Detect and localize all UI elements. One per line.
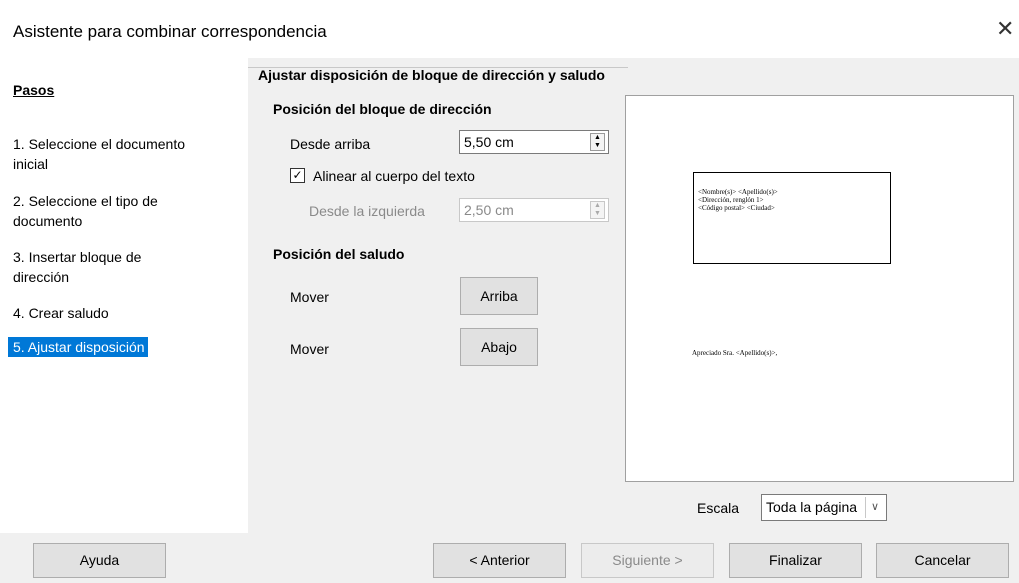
scale-label: Escala: [697, 500, 740, 516]
page-preview: [625, 95, 1014, 482]
scale-select[interactable]: Toda la página ∨: [761, 494, 887, 521]
steps-sidebar: [0, 58, 248, 533]
salutation-preview: Apreciado Sra. <Apellido(s)>,: [692, 349, 778, 357]
move-label: Mover: [290, 341, 329, 357]
help-button[interactable]: Ayuda: [33, 543, 166, 578]
step-insert-address[interactable]: 3. Insertar bloque de dirección: [13, 247, 233, 287]
from-left-spinner: 2,50 cm ▲ ▼: [459, 198, 609, 222]
address-line: <Dirección, renglón 1>: [698, 196, 764, 204]
from-top-label: Desde arriba: [290, 136, 371, 152]
from-left-label: Desde la izquierda: [309, 203, 425, 219]
align-checkbox[interactable]: ✓: [290, 168, 305, 183]
steps-heading: Pasos: [13, 82, 55, 98]
from-top-spinner[interactable]: 5,50 cm ▲ ▼: [459, 130, 609, 154]
chevron-down-icon[interactable]: ∨: [865, 497, 884, 518]
address-block-preview: <Nombre(s)> <Apellido(s)> <Dirección, re…: [693, 172, 891, 264]
from-top-value[interactable]: 5,50 cm: [464, 134, 514, 150]
align-checkbox-label[interactable]: Alinear al cuerpo del texto: [313, 168, 475, 184]
step-select-type[interactable]: 2. Seleccione el tipo de documento: [13, 191, 233, 231]
window-title: Asistente para combinar correspondencia: [13, 22, 327, 41]
finish-button[interactable]: Finalizar: [729, 543, 862, 578]
from-left-value: 2,50 cm: [464, 202, 514, 218]
step-select-document[interactable]: 1. Seleccione el documento inicial: [13, 134, 233, 174]
step-create-salutation[interactable]: 4. Crear saludo: [13, 303, 233, 323]
address-section-heading: Posición del bloque de dirección: [273, 101, 492, 117]
move-label: Mover: [290, 289, 329, 305]
close-icon[interactable]: ✕: [996, 16, 1014, 42]
move-up-button[interactable]: Arriba: [460, 277, 538, 315]
scale-value[interactable]: Toda la página: [766, 499, 857, 515]
back-button[interactable]: < Anterior: [433, 543, 566, 578]
salutation-section-heading: Posición del saludo: [273, 246, 405, 262]
spin-arrows-icon[interactable]: ▲ ▼: [590, 133, 605, 151]
spin-arrows-icon: ▲ ▼: [590, 201, 605, 219]
page-title: Ajustar disposición de bloque de direcci…: [258, 67, 605, 83]
next-button: Siguiente >: [581, 543, 714, 578]
address-line: <Código postal> <Ciudad>: [698, 204, 775, 212]
step-adjust-layout[interactable]: 5. Ajustar disposición: [8, 337, 148, 357]
address-line: <Nombre(s)> <Apellido(s)>: [698, 188, 778, 196]
move-down-button[interactable]: Abajo: [460, 328, 538, 366]
cancel-button[interactable]: Cancelar: [876, 543, 1009, 578]
